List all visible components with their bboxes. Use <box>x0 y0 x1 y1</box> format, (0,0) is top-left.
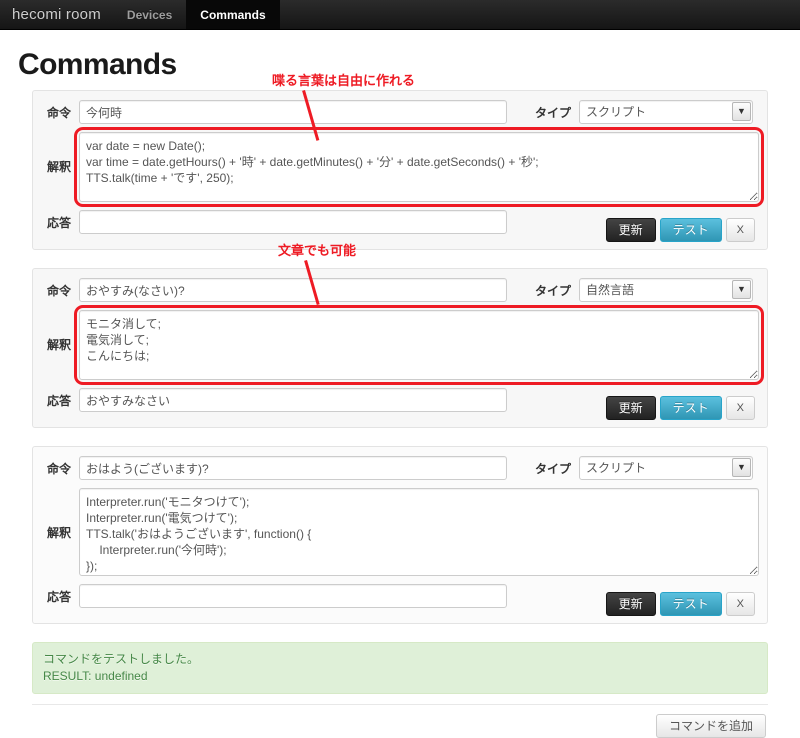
response-input-3[interactable] <box>79 584 507 608</box>
command-row-1: 命令 タイプ スクリプト ▼ <box>45 100 755 124</box>
interpretation-textarea-3[interactable]: Interpreter.run('モニタつけて'); Interpreter.r… <box>79 488 759 576</box>
footer-bar: コマンドを追加 <box>18 705 782 738</box>
interpretation-label-3: 解釈 <box>46 526 71 540</box>
type-label-3: タイプ <box>535 461 572 476</box>
response-input-1[interactable] <box>79 210 507 234</box>
test-button-2[interactable]: テスト <box>659 396 722 420</box>
delete-button-2[interactable]: X <box>725 396 755 420</box>
interpretation-label-2: 解釈 <box>46 338 71 352</box>
type-select-wrap-3: スクリプト ▼ <box>579 456 754 480</box>
interpretation-label-1: 解釈 <box>46 160 71 174</box>
response-label-2: 応答 <box>46 393 71 408</box>
type-label-1: タイプ <box>535 105 572 120</box>
command-block-3: 命令 タイプ スクリプト ▼ 解釈 Interpreter.run('モニタつけ… <box>32 446 768 624</box>
command-input-1[interactable] <box>79 100 507 124</box>
interpretation-textarea-1[interactable]: var date = new Date(); var time = date.g… <box>79 132 759 202</box>
command-row-3: 命令 タイプ スクリプト ▼ <box>45 456 755 480</box>
command-label-2: 命令 <box>46 283 71 298</box>
command-input-3[interactable] <box>79 456 507 480</box>
add-command-button[interactable]: コマンドを追加 <box>655 714 766 738</box>
command-block-2: 命令 タイプ 自然言語 ▼ 解釈 モニタ消して; 電気消して; こんにちは; 応… <box>32 268 768 428</box>
interpretation-row-1: 解釈 var date = new Date(); var time = dat… <box>45 127 764 207</box>
test-button-1[interactable]: テスト <box>659 218 722 242</box>
command-label-3: 命令 <box>46 461 71 476</box>
delete-button-3[interactable]: X <box>725 592 755 616</box>
type-select-wrap-2: 自然言語 ▼ <box>579 278 754 302</box>
interpretation-textarea-2[interactable]: モニタ消して; 電気消して; こんにちは; <box>79 310 759 380</box>
update-button-1[interactable]: 更新 <box>605 218 656 242</box>
command-label-1: 命令 <box>46 105 71 120</box>
type-select-1[interactable]: スクリプト <box>579 100 754 124</box>
alert-line-1: コマンドをテストしました。 <box>43 652 200 666</box>
type-select-wrap-1: スクリプト ▼ <box>579 100 754 124</box>
update-button-2[interactable]: 更新 <box>605 396 656 420</box>
update-button-3[interactable]: 更新 <box>605 592 656 616</box>
response-label-1: 応答 <box>46 215 71 230</box>
nav-item-commands[interactable]: Commands <box>186 0 280 29</box>
interpretation-row-3: 解釈 Interpreter.run('モニタつけて'); Interprete… <box>45 488 759 576</box>
interpretation-wrap-1: var date = new Date(); var time = date.g… <box>74 127 764 207</box>
test-button-3[interactable]: テスト <box>659 592 722 616</box>
command-block-1: 命令 タイプ スクリプト ▼ 解釈 var date = new Date();… <box>32 90 768 250</box>
annotation-text-2: 文章でも可能 <box>278 243 357 258</box>
alert-line-2: RESULT: undefined <box>43 669 148 683</box>
nav-item-devices[interactable]: Devices <box>113 0 186 29</box>
type-select-2[interactable]: 自然言語 <box>579 278 754 302</box>
type-select-3[interactable]: スクリプト <box>579 456 754 480</box>
status-alert: コマンドをテストしました。 RESULT: undefined <box>32 642 768 694</box>
command-input-2[interactable] <box>79 278 507 302</box>
annotation-text-1: 喋る言葉は自由に作れる <box>272 73 416 88</box>
delete-button-1[interactable]: X <box>725 218 755 242</box>
interpretation-wrap-2: モニタ消して; 電気消して; こんにちは; <box>74 305 764 385</box>
interpretation-row-2: 解釈 モニタ消して; 電気消して; こんにちは; <box>45 305 764 385</box>
response-input-2[interactable] <box>79 388 507 412</box>
brand-title[interactable]: hecomi room <box>10 0 113 29</box>
type-label-2: タイプ <box>535 283 572 298</box>
interpretation-wrap-3: Interpreter.run('モニタつけて'); Interpreter.r… <box>79 488 759 576</box>
top-navbar: hecomi room Devices Commands <box>0 0 800 30</box>
response-label-3: 応答 <box>46 589 71 604</box>
command-row-2: 命令 タイプ 自然言語 ▼ <box>45 278 755 302</box>
page-container: Commands 命令 タイプ スクリプト ▼ 解釈 var date = ne… <box>0 48 800 738</box>
